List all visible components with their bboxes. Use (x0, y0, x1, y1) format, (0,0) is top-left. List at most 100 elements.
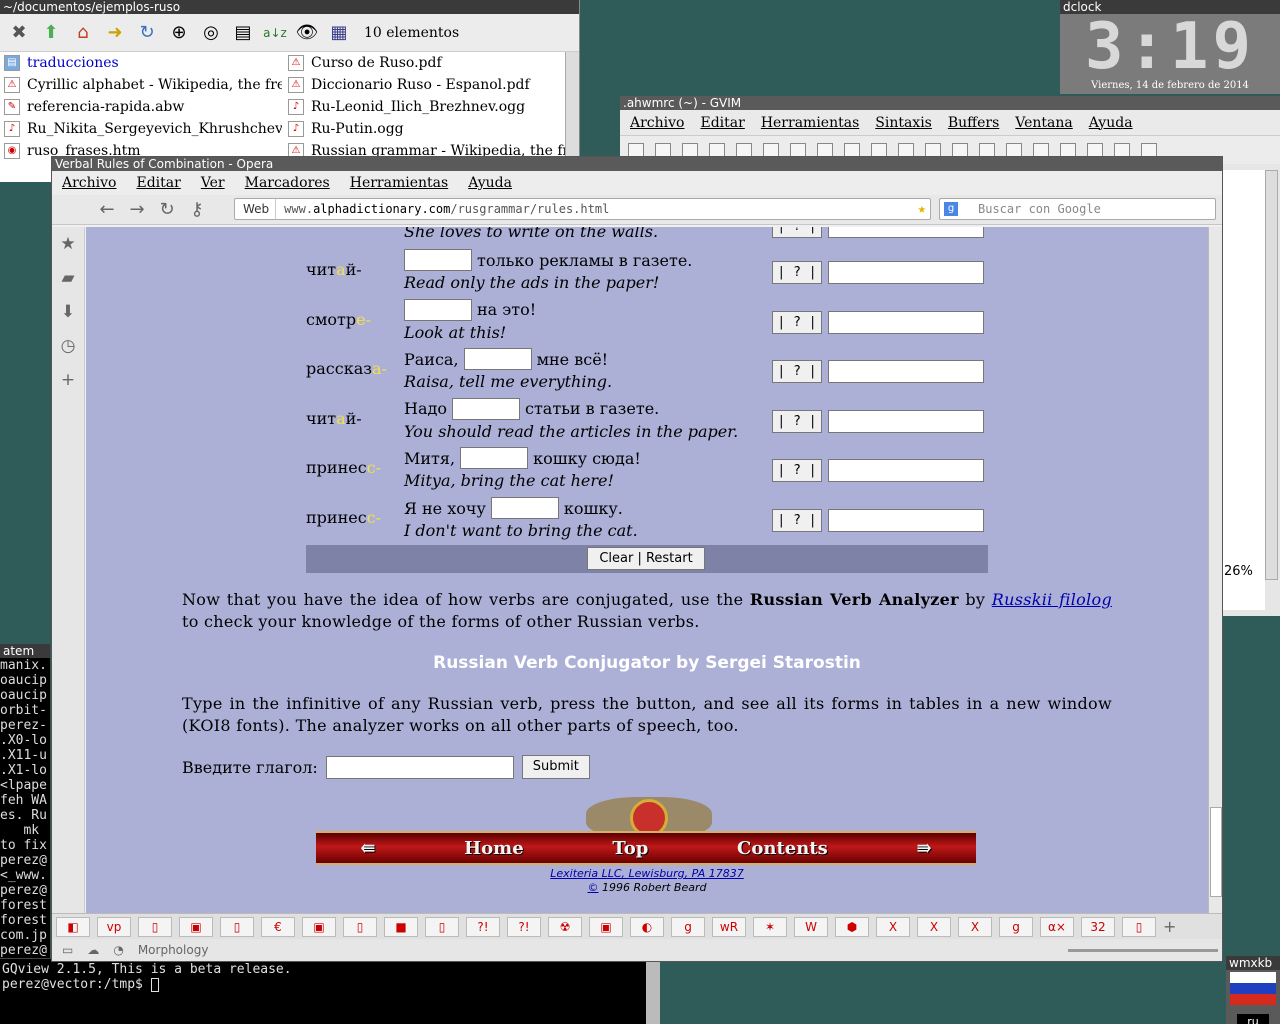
forward-icon[interactable]: → (122, 199, 152, 220)
answer-field[interactable] (828, 261, 984, 284)
zoom-in-icon[interactable]: ⊕ (166, 20, 192, 46)
up-arrow-icon[interactable]: ⬆ (38, 20, 64, 46)
tab-icon[interactable]: ◧ (56, 916, 90, 937)
gvim-menu-item[interactable]: Ayuda (1089, 115, 1133, 131)
cloud-icon[interactable]: ☁ (87, 943, 99, 957)
key-icon[interactable]: ⚷ (182, 199, 212, 220)
copy-icon[interactable] (817, 143, 833, 157)
submit-button[interactable]: Submit (521, 755, 590, 779)
tab-icon[interactable]: ▯ (138, 916, 172, 937)
file-item[interactable]: ♪ Ru-Putin.ogg (286, 118, 566, 140)
file-item[interactable]: ⚠ Diccionario Ruso - Espanol.pdf (286, 74, 566, 96)
tab-icon[interactable]: g (999, 916, 1033, 937)
top-link[interactable]: Top (612, 838, 648, 859)
speed-dial-icon[interactable]: ◔ (113, 943, 123, 957)
wmxkb-title[interactable]: wmxkb (1226, 956, 1280, 970)
file-manager-title[interactable]: ~/documentos/ejemplos-ruso (0, 0, 579, 14)
refresh-icon[interactable]: ↻ (134, 20, 160, 46)
blank-input[interactable] (404, 298, 472, 321)
tab-icon[interactable]: ▯ (343, 916, 377, 937)
find-help-icon[interactable] (1141, 143, 1157, 157)
gvim-title[interactable]: .ahwmrc (~) - GVIM (620, 96, 1280, 110)
next-arrow-icon[interactable]: ⇛ (917, 838, 932, 859)
opera-title[interactable]: Verbal Rules of Combination - Opera (52, 157, 1222, 171)
reload-icon[interactable]: ↻ (152, 199, 182, 220)
file-item[interactable]: ▤ traducciones (2, 52, 282, 74)
answer-field[interactable] (828, 509, 984, 532)
address-bar[interactable]: Web www.alphadictionary.com/rusgrammar/r… (234, 198, 931, 220)
terminal-window[interactable]: GQview 2.1.5, This is a beta release. pe… (0, 958, 660, 1024)
tab-icon[interactable]: g (671, 916, 705, 937)
tab-icon[interactable]: X (958, 916, 992, 937)
details-icon[interactable]: ▦ (326, 20, 352, 46)
blank-input[interactable] (404, 249, 472, 271)
gvim-menu-item[interactable]: Archivo (630, 115, 684, 131)
tab-icon[interactable]: ▣ (302, 916, 336, 937)
tab-icon[interactable]: wR (712, 916, 746, 937)
tab-icon[interactable]: ▯ (425, 916, 459, 937)
answer-field[interactable] (828, 360, 984, 384)
undo-icon[interactable] (736, 143, 752, 157)
back-icon[interactable]: ← (92, 199, 122, 220)
paste-icon[interactable] (844, 143, 860, 157)
open-icon[interactable] (628, 143, 644, 157)
check-button[interactable]: | ? | (772, 459, 822, 483)
tab-icon[interactable]: X (917, 916, 951, 937)
history-icon[interactable]: ◷ (52, 329, 84, 363)
tab-icon[interactable]: ■ (384, 916, 418, 937)
file-item[interactable]: ⚠ Curso de Ruso.pdf (286, 52, 566, 74)
blank-input[interactable] (460, 447, 529, 470)
redo-icon[interactable] (763, 143, 779, 157)
file-item[interactable]: ✎ referencia-rapida.abw (2, 96, 282, 118)
go-icon[interactable]: ➜ (102, 20, 128, 46)
new-tab-icon[interactable]: + (1163, 917, 1176, 936)
check-button[interactable]: | ? | (772, 227, 822, 238)
terminal-scrollbar[interactable] (646, 959, 660, 1024)
close-icon[interactable]: ✖ (6, 20, 32, 46)
home-link[interactable]: Home (464, 838, 524, 859)
gvim-menu-item[interactable]: Herramientas (761, 115, 859, 131)
find-prev-icon[interactable] (925, 143, 941, 157)
opera-menu-item[interactable]: Editar (136, 175, 180, 191)
tab-icon[interactable]: X (876, 916, 910, 937)
russian-flag-icon[interactable] (1230, 972, 1276, 1006)
tab-icon[interactable]: ▣ (589, 916, 623, 937)
gvim-menu-item[interactable]: Ventana (1015, 115, 1072, 131)
downloads-icon[interactable]: ⬇ (52, 295, 84, 329)
bookmark-star-icon[interactable]: ★ (918, 199, 926, 219)
prev-arrow-icon[interactable]: ⇚ (360, 838, 375, 859)
replace-icon[interactable] (871, 143, 887, 157)
list-view-icon[interactable]: ▤ (230, 20, 256, 46)
add-panel-icon[interactable]: + (52, 363, 84, 397)
zoom-slider[interactable] (1068, 949, 1218, 952)
tags-icon[interactable] (1087, 143, 1103, 157)
tab-icon[interactable]: € (261, 916, 295, 937)
google-icon[interactable]: g (944, 202, 958, 216)
tab-icon[interactable]: 32 (1081, 916, 1115, 937)
gvim-menu-item[interactable]: Sintaxis (875, 115, 932, 131)
tab-icon[interactable]: ?! (507, 916, 541, 937)
opera-menu-item[interactable]: Herramientas (350, 175, 448, 191)
search-input[interactable]: g Buscar con Google (939, 198, 1216, 220)
opera-menu-item[interactable]: Marcadores (245, 175, 330, 191)
sort-icon[interactable]: a↓z (262, 20, 288, 46)
page-scroll-thumb[interactable] (1210, 807, 1222, 897)
answer-field[interactable] (828, 227, 984, 238)
tab-icon[interactable]: ▣ (179, 916, 213, 937)
notes-icon[interactable]: ▰ (52, 261, 84, 295)
contents-link[interactable]: Contents (737, 838, 828, 859)
tab-icon[interactable]: ▯ (1122, 916, 1156, 937)
gvim-menu-item[interactable]: Buffers (948, 115, 999, 131)
answer-field[interactable] (828, 459, 984, 483)
panel-toggle-icon[interactable]: ▭ (62, 943, 73, 957)
blank-input[interactable] (463, 348, 532, 371)
help-icon[interactable] (1114, 143, 1130, 157)
shell-icon[interactable] (1060, 143, 1076, 157)
opera-menu-item[interactable]: Ayuda (468, 175, 512, 191)
save-all-icon[interactable] (682, 143, 698, 157)
verb-input[interactable] (325, 755, 514, 779)
eye-icon[interactable]: 👁 (294, 20, 320, 46)
tab-icon[interactable]: α× (1040, 916, 1074, 937)
tab-icon[interactable]: ▯ (220, 916, 254, 937)
check-button[interactable]: | ? | (772, 261, 822, 284)
